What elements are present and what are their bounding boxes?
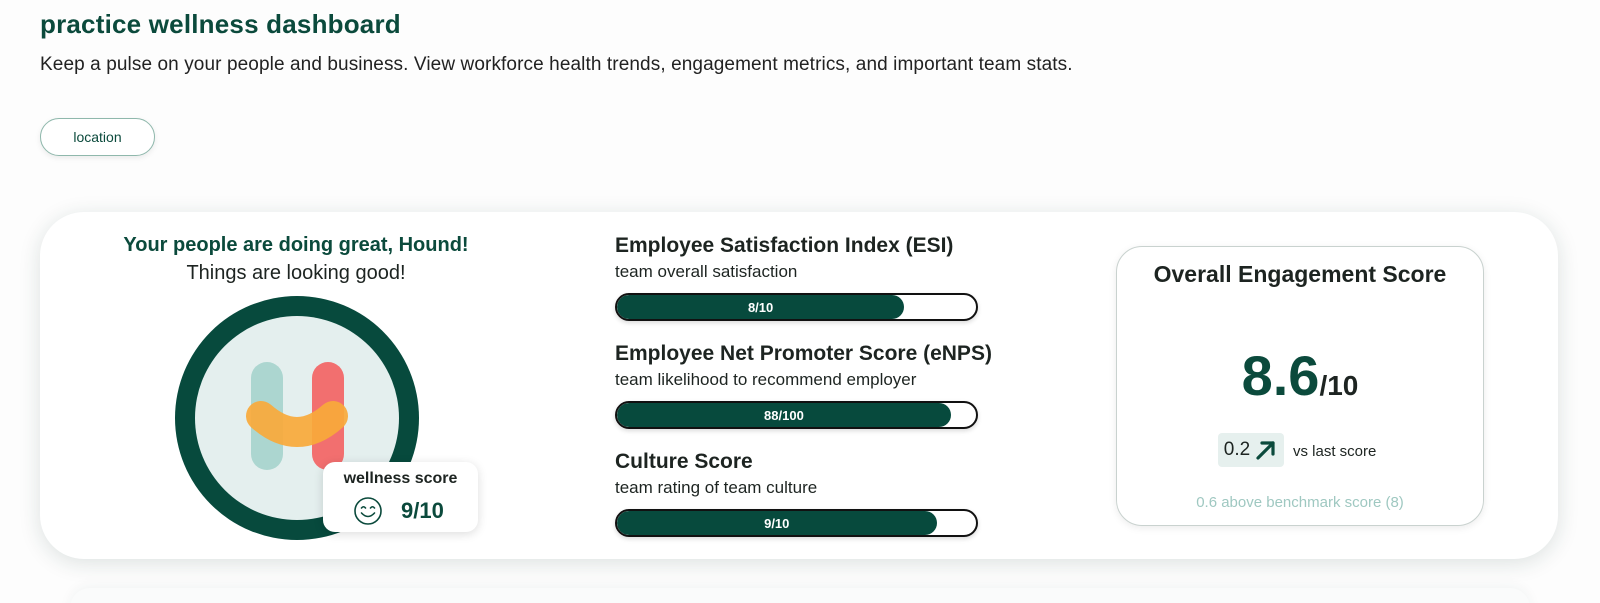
progress-label: 9/10 (764, 515, 790, 531)
metric-progress-bar: 88/100 (615, 401, 978, 429)
wellness-score-value: 9/10 (401, 498, 444, 523)
metric-culture: Culture Score team rating of team cultur… (615, 450, 985, 537)
progress-label: 8/10 (747, 299, 774, 315)
engagement-delta-value: 0.2 (1223, 439, 1251, 460)
page-subtitle: Keep a pulse on your people and business… (40, 54, 1073, 75)
wellness-message: Things are looking good! (186, 262, 406, 284)
progress-label: 88/100 (764, 407, 804, 423)
arrow-up-right-icon (1256, 441, 1275, 460)
wellness-summary-card: Your people are doing great, Hound! Thin… (40, 212, 1558, 559)
next-card-edge (70, 588, 1530, 603)
metric-subtitle: team rating of team culture (615, 478, 818, 497)
engagement-score-max: /10 (1319, 370, 1359, 401)
wellness-greeting: Your people are doing great, Hound! (123, 234, 469, 256)
location-filter-button[interactable]: location (40, 118, 155, 156)
metric-title: Employee Net Promoter Score (eNPS) (615, 342, 992, 365)
engagement-score-value: 8.6 (1241, 344, 1320, 407)
wellness-score-badge: wellness score 9/10 (323, 462, 478, 532)
engagement-vs-label: vs last score (1293, 443, 1377, 460)
engagement-delta-badge: 0.2 (1218, 433, 1284, 467)
metric-progress-bar: 8/10 (615, 293, 978, 321)
metric-subtitle: team overall satisfaction (615, 262, 798, 281)
engagement-score: 8.6/10 (1117, 343, 1483, 408)
metric-esi: Employee Satisfaction Index (ESI) team o… (615, 234, 985, 321)
metric-progress-bar: 9/10 (615, 509, 978, 537)
page-title: practice wellness dashboard (40, 9, 401, 39)
metric-enps: Employee Net Promoter Score (eNPS) team … (615, 342, 992, 429)
engagement-score-card: Overall Engagement Score 8.6/10 0.2 vs l… (1116, 246, 1484, 526)
smile-icon (354, 497, 382, 525)
wellness-score-label: wellness score (343, 470, 458, 487)
metric-title: Employee Satisfaction Index (ESI) (615, 234, 954, 257)
metric-subtitle: team likelihood to recommend employer (615, 370, 917, 389)
engagement-title: Overall Engagement Score (1153, 261, 1447, 287)
engagement-benchmark: 0.6 above benchmark score (8) (1196, 494, 1404, 511)
metric-title: Culture Score (615, 450, 753, 473)
